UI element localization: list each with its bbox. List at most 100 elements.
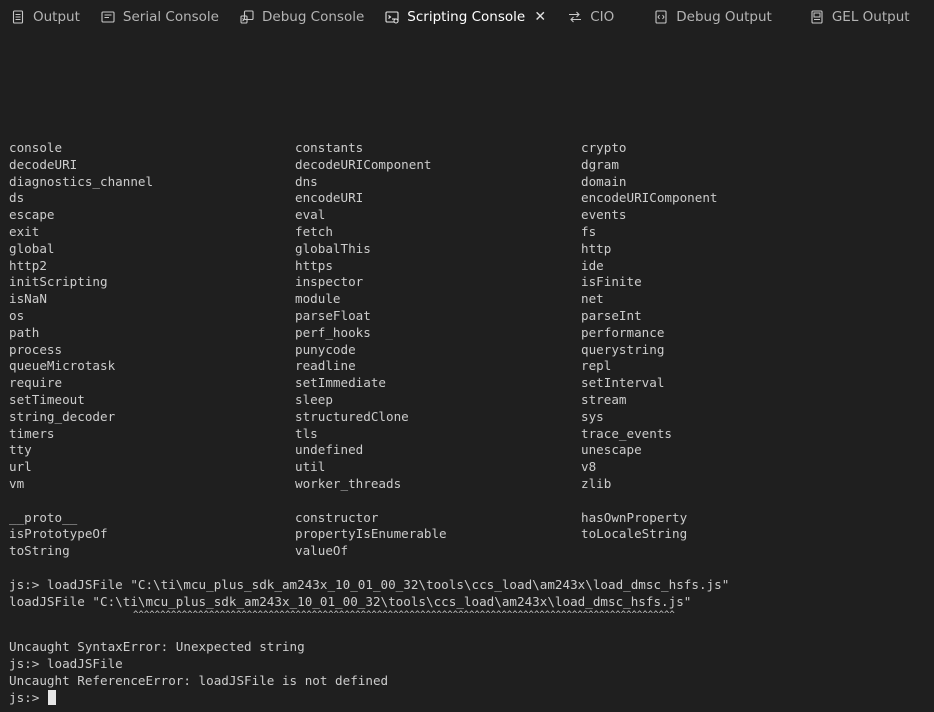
console-entry: structuredClone — [295, 408, 409, 424]
console-entry: ds — [9, 190, 25, 206]
console-entry: crypto — [581, 140, 627, 155]
console-entry: trace_events — [581, 425, 672, 441]
tab-gel-output[interactable]: GEL Output — [782, 0, 920, 34]
console-entry: encodeURI — [295, 190, 364, 206]
scripting-console-output[interactable]: console constants crypto decodeURI decodeURI… — [9, 140, 929, 706]
gel-output-icon — [810, 10, 824, 24]
console-entry: path — [9, 324, 40, 340]
console-entry: encodeURIComponent — [581, 190, 718, 206]
console-entry: util — [295, 459, 326, 475]
console-entry: constructor — [295, 509, 379, 525]
console-entry: isFinite — [581, 274, 642, 290]
close-icon[interactable]: ✕ — [533, 9, 547, 25]
console-entry: readline — [295, 358, 356, 374]
command-line: js:> loadJSFile — [9, 655, 123, 671]
console-entry: queueMicrotask — [9, 358, 116, 374]
console-entry: parseFloat — [295, 307, 371, 323]
console-entry: worker_threads — [295, 475, 402, 491]
console-entry: string_decoder — [9, 408, 116, 424]
prototype-members-list: __proto__ constructor hasOwnProperty isProt… — [9, 510, 929, 560]
console-entry: ide — [581, 257, 604, 273]
globals-list: console constants crypto decodeURI decodeURI… — [9, 140, 929, 493]
console-entry: decodeURI — [9, 156, 78, 172]
tab-serial-console[interactable]: Serial Console — [90, 0, 229, 34]
tab-debug-console[interactable]: Debug Console — [229, 0, 374, 34]
error-line: Uncaught ReferenceError: loadJSFile is n… — [9, 672, 389, 688]
tab-cio[interactable]: CIO — [557, 0, 624, 34]
prompt: js:> — [9, 689, 47, 705]
console-entry: fetch — [295, 223, 333, 239]
console-entry: tty — [9, 442, 32, 458]
panel-tab-bar: Output Serial Console Debug Console Scri… — [0, 0, 934, 34]
console-entry: diagnostics_channel — [9, 173, 154, 189]
console-entry: undefined — [295, 442, 364, 458]
console-entry: setTimeout — [9, 391, 85, 407]
console-entry: http2 — [9, 257, 47, 273]
debug-console-icon — [240, 10, 254, 24]
console-entry: initScripting — [9, 274, 108, 290]
console-entry: perf_hooks — [295, 324, 371, 340]
console-entry: module — [295, 291, 341, 307]
debug-output-icon — [654, 10, 668, 24]
echo-line: loadJSFile "C:\ti\mcu_plus_sdk_am243x_10… — [9, 593, 692, 609]
error-line: Uncaught SyntaxError: Unexpected string — [9, 639, 305, 655]
command-line: js:> loadJSFile "C:\ti\mcu_plus_sdk_am24… — [9, 576, 730, 592]
console-entry: escape — [9, 207, 55, 223]
prompt-line[interactable]: js:> — [9, 689, 929, 707]
console-entry: toString — [9, 543, 70, 559]
console-entry: process — [9, 341, 63, 357]
console-entry: isNaN — [9, 291, 47, 307]
console-entry: fs — [581, 223, 597, 239]
console-entry: isPrototypeOf — [9, 526, 108, 542]
console-entry: sleep — [295, 391, 333, 407]
console-entry: propertyIsEnumerable — [295, 526, 447, 542]
console-entry: require — [9, 375, 63, 391]
text-cursor — [47, 689, 56, 705]
tab-label: Scripting Console — [407, 9, 526, 25]
console-entry: setInterval — [581, 375, 665, 391]
console-entry: decodeURIComponent — [295, 156, 432, 172]
console-entry: exit — [9, 223, 40, 239]
tab-label: Serial Console — [122, 9, 219, 25]
console-entry: v8 — [581, 459, 597, 475]
console-entry: unescape — [581, 442, 642, 458]
console-entry: toLocaleString — [581, 526, 688, 542]
tab-debug-output[interactable]: Debug Output — [624, 0, 782, 34]
console-entry: events — [581, 207, 627, 223]
console-entry: console — [9, 140, 63, 155]
console-entry: http — [581, 240, 612, 256]
console-entry: repl — [581, 358, 612, 374]
console-entry: __proto__ — [9, 509, 78, 525]
console-entry: eval — [295, 207, 326, 223]
tab-label: GEL Output — [831, 9, 910, 25]
cio-icon — [568, 10, 582, 24]
console-entry — [581, 543, 921, 560]
console-entry: hasOwnProperty — [581, 509, 688, 525]
tab-label: Output — [33, 9, 80, 25]
console-entry: inspector — [295, 274, 364, 290]
console-entry: https — [295, 257, 333, 273]
console-entry: querystring — [581, 341, 665, 357]
console-entry: sys — [581, 408, 604, 424]
console-entry: zlib — [581, 475, 612, 491]
tab-scripting-console[interactable]: Scripting Console ✕ — [374, 0, 557, 34]
console-entry: url — [9, 459, 32, 475]
output-icon — [11, 10, 25, 24]
console-entry: net — [581, 291, 604, 307]
tab-output[interactable]: Output — [0, 0, 90, 34]
console-entry: parseInt — [581, 307, 642, 323]
console-entry: domain — [581, 173, 627, 189]
serial-console-icon — [101, 10, 115, 24]
console-entry: global — [9, 240, 55, 256]
console-entry: vm — [9, 475, 25, 491]
console-entry: valueOf — [295, 543, 349, 559]
console-entry: stream — [581, 391, 627, 407]
console-entry: timers — [9, 425, 55, 441]
console-entry: constants — [295, 140, 364, 155]
console-entry: tls — [295, 425, 318, 441]
console-entry: globalThis — [295, 240, 371, 256]
tab-label: CIO — [590, 9, 615, 25]
